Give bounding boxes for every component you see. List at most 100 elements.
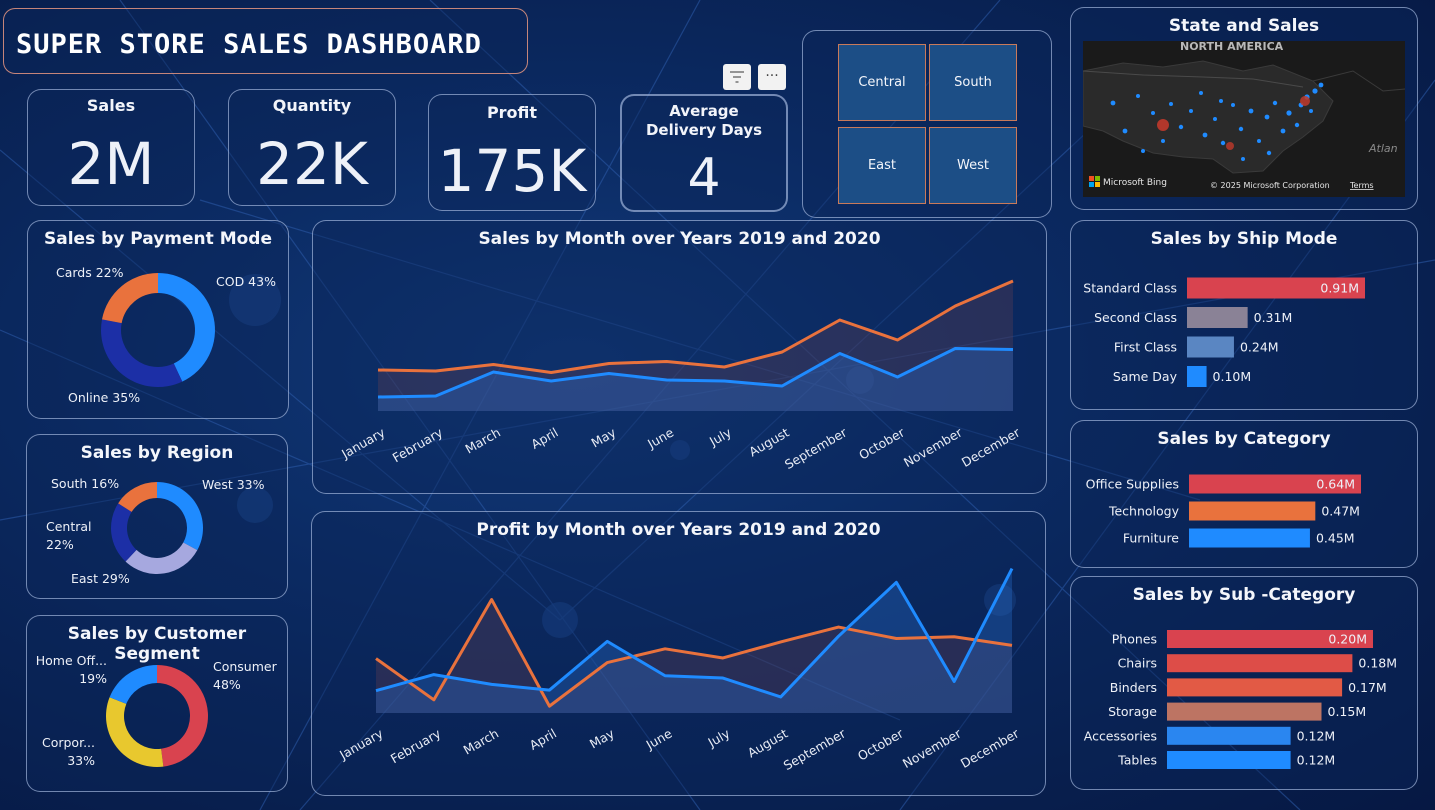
kpi-quantity-label: Quantity [272,96,352,115]
map-title: State and Sales [1168,16,1320,36]
donut-label: Central [46,519,92,534]
bar-value-label: 0.64M [1316,477,1355,492]
donut-slice[interactable] [157,665,209,767]
segment-card: Sales by Customer Segment Consumer 48% Cor… [26,615,288,792]
slicer-west[interactable]: West [929,127,1017,204]
kpi-profit-label: Profit [486,103,538,122]
donut-slice[interactable] [101,319,183,387]
x-tick-label: November [901,424,966,470]
slicer-east[interactable]: East [838,127,926,204]
bar[interactable] [1189,501,1316,521]
bar[interactable] [1187,307,1248,328]
donut-label: 22% [46,537,74,552]
map-region-label: NORTH AMERICA [1180,41,1284,53]
donut-slice[interactable] [111,503,137,562]
payment-card: Sales by Payment Mode COD 43% Online 35% C… [27,220,289,419]
map-copyright: © 2025 Microsoft Corporation [1210,181,1330,190]
donut-label: 19% [79,671,107,686]
bar-category-label: First Class [1114,340,1177,355]
bar-value-label: 0.24M [1240,340,1279,355]
category-bar-chart: Office Supplies 0.64M Technology 0.47M Furni… [1086,474,1361,548]
bar[interactable] [1187,336,1234,358]
bar-value-label: 0.15M [1328,704,1367,719]
donut-label: Cards 22% [56,265,124,280]
kpi-delivery-value: 4 [687,148,721,208]
x-tick-label: December [959,424,1023,470]
bar[interactable] [1167,751,1291,769]
title-banner: SUPER STORE SALES DASHBOARD [3,8,528,74]
donut-label: 48% [213,677,241,692]
bar-value-label: 0.18M [1358,656,1397,671]
donut-label: East 29% [71,571,130,586]
x-tick-label: June [644,424,676,451]
x-tick-label: September [782,424,850,472]
kpi-sales-card: Sales 2M [27,89,195,206]
x-tick-label: January [338,424,388,461]
bar[interactable] [1167,702,1322,721]
map-terms-link[interactable]: Terms [1349,181,1374,190]
bar-category-label: Accessories [1084,728,1157,743]
subcategory-bar-chart: Phones 0.20M Chairs 0.18M Binders 0.17M Storag… [1084,630,1397,769]
kpi-delivery-label: Average Delivery Days [645,102,763,139]
x-tick-label: August [746,425,791,460]
slicer-south[interactable]: South [929,44,1017,121]
bar-category-label: Technology [1108,504,1180,519]
donut-slice[interactable] [125,542,198,574]
more-options-button[interactable]: ··· [758,64,786,90]
segment-donut-chart: Consumer 48% Corpor... 33% Home Off... 19% [36,653,278,768]
sales-month-chart: January February March April May June July Augu… [338,279,1023,472]
bar-category-label: Phones [1112,632,1157,647]
slicer-central[interactable]: Central [838,44,926,121]
donut-slice[interactable] [157,482,204,551]
region-donut-chart: West 33% East 29% Central 22% South 16% [46,476,265,586]
bar-category-label: Office Supplies [1086,477,1179,492]
donut-label: Online 35% [68,390,140,405]
more-options-icon: ··· [765,68,779,84]
donut-slice[interactable] [102,273,158,324]
bar[interactable] [1189,528,1310,548]
bar-value-label: 0.47M [1321,504,1360,519]
map-large-marker [1226,142,1234,150]
map-brand: Microsoft Bing [1103,178,1167,188]
donut-label: Home Off... [36,653,107,668]
x-tick-label: March [461,726,502,758]
region-slicer: Central South East West [802,30,1052,218]
x-tick-label: May [587,725,617,751]
bar-value-label: 0.10M [1213,369,1252,384]
shipmode-bar-chart: Standard Class 0.91M Second Class 0.31M Firs… [1083,277,1365,387]
kpi-delivery-card: Average Delivery Days 4 [620,94,788,212]
x-tick-label: February [388,725,444,766]
donut-slice[interactable] [109,665,157,704]
filter-icon [730,71,744,83]
filter-button[interactable] [723,64,751,90]
donut-slice[interactable] [158,273,216,382]
profit-month-card: Profit by Month over Years 2019 and 2020… [311,511,1046,796]
sales-map[interactable]: NORTH AMERICA Atlan Microsoft Bing © 202… [1083,41,1405,197]
bar-category-label: Chairs [1118,656,1157,671]
bar[interactable] [1167,654,1353,673]
kpi-sales-label: Sales [86,96,136,115]
bar[interactable] [1167,726,1291,745]
x-tick-label: June [643,725,675,752]
donut-label: COD 43% [216,274,276,289]
region-card: Sales by Region West 33% East 29% Central 2… [26,434,288,599]
x-tick-label: September [781,725,849,773]
x-tick-label: November [900,725,965,771]
bar-category-label: Same Day [1113,369,1178,384]
bar[interactable] [1187,366,1207,387]
donut-label: Corpor... [42,735,95,750]
bar-category-label: Second Class [1094,310,1177,325]
payment-donut-chart: COD 43% Online 35% Cards 22% [56,265,276,405]
bar-value-label: 0.91M [1320,281,1359,296]
kpi-quantity-card: Quantity 22K [228,89,396,206]
bar-value-label: 0.45M [1316,531,1355,546]
bar-value-label: 0.20M [1328,632,1367,647]
donut-label: South 16% [51,476,119,491]
bar[interactable] [1167,678,1343,697]
x-tick-label: August [745,726,790,761]
kpi-sales-value: 2M [67,130,155,198]
bar-category-label: Furniture [1123,531,1179,546]
donut-slice[interactable] [106,697,164,767]
bar-value-label: 0.12M [1297,753,1336,768]
page-title: SUPER STORE SALES DASHBOARD [16,29,482,60]
